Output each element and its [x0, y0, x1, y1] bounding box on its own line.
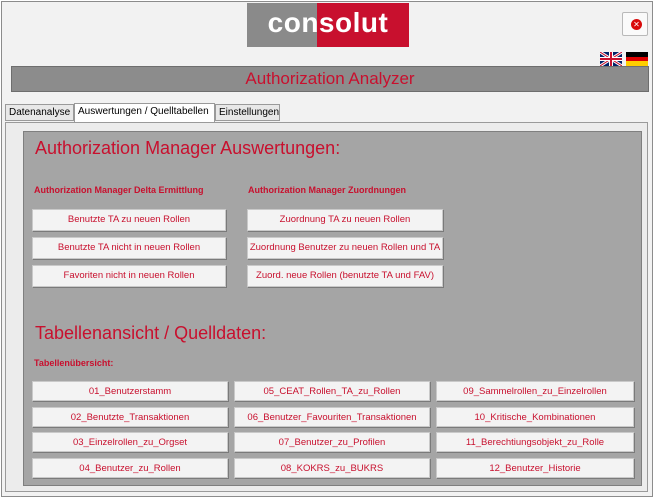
- table-09-button[interactable]: 09_Sammelrollen_zu_Einzelrollen: [436, 381, 634, 401]
- table-06-button[interactable]: 06_Benutzer_Favouriten_Transaktionen: [234, 407, 430, 427]
- zuordnungen-section-label: Authorization Manager Zuordnungen: [248, 185, 406, 195]
- table-07-button[interactable]: 07_Benutzer_zu_Profilen: [234, 432, 430, 452]
- table-05-button[interactable]: 05_CEAT_Rollen_TA_zu_Rollen: [234, 381, 430, 401]
- title-bar: Authorization Analyzer: [11, 66, 649, 92]
- close-button[interactable]: ✕: [622, 12, 648, 36]
- germany-flag-icon[interactable]: [626, 52, 648, 66]
- uk-flag-icon[interactable]: [600, 52, 622, 66]
- close-circle-icon: ✕: [631, 19, 642, 30]
- logo-text: consolut: [267, 7, 389, 38]
- consolut-logo: consolut: [247, 3, 409, 47]
- tab-datenanalyse[interactable]: Datenanalyse: [5, 104, 74, 121]
- tabellenuebersicht-label: Tabellenübersicht:: [34, 358, 114, 368]
- app-title: Authorization Analyzer: [245, 69, 415, 88]
- favoriten-nicht-in-neuen-rollen-button[interactable]: Favoriten nicht in neuen Rollen: [32, 265, 226, 287]
- table-10-button[interactable]: 10_Kritische_Kombinationen: [436, 407, 634, 427]
- benutzte-ta-nicht-in-neuen-rollen-button[interactable]: Benutzte TA nicht in neuen Rollen: [32, 237, 226, 259]
- table-08-button[interactable]: 08_KOKRS_zu_BUKRS: [234, 458, 430, 478]
- table-04-button[interactable]: 04_Benutzer_zu_Rollen: [32, 458, 228, 478]
- tabellenansicht-heading: Tabellenansicht / Quelldaten:: [35, 323, 267, 343]
- table-12-button[interactable]: 12_Benutzer_Historie: [436, 458, 634, 478]
- table-03-button[interactable]: 03_Einzelrollen_zu_Orgset: [32, 432, 228, 452]
- table-01-button[interactable]: 01_Benutzerstamm: [32, 381, 228, 401]
- auth-manager-heading: Authorization Manager Auswertungen:: [35, 138, 341, 158]
- table-11-button[interactable]: 11_Berechtiungsobjekt_zu_Rolle: [436, 432, 634, 452]
- zuordnung-benutzer-zu-neuen-rollen-button[interactable]: Zuordnung Benutzer zu neuen Rollen und T…: [247, 237, 443, 259]
- zuord-neue-rollen-button[interactable]: Zuord. neue Rollen (benutzte TA und FAV): [247, 265, 443, 287]
- delta-section-label: Authorization Manager Delta Ermittlung: [34, 185, 204, 195]
- table-02-button[interactable]: 02_Benutzte_Transaktionen: [32, 407, 228, 427]
- zuordnung-ta-zu-neuen-rollen-button[interactable]: Zuordnung TA zu neuen Rollen: [247, 209, 443, 231]
- tab-auswertungen-quelltabellen[interactable]: Auswertungen / Quelltabellen: [74, 103, 215, 122]
- benutzte-ta-zu-neuen-rollen-button[interactable]: Benutzte TA zu neuen Rollen: [32, 209, 226, 231]
- tab-einstellungen[interactable]: Einstellungen: [215, 104, 280, 121]
